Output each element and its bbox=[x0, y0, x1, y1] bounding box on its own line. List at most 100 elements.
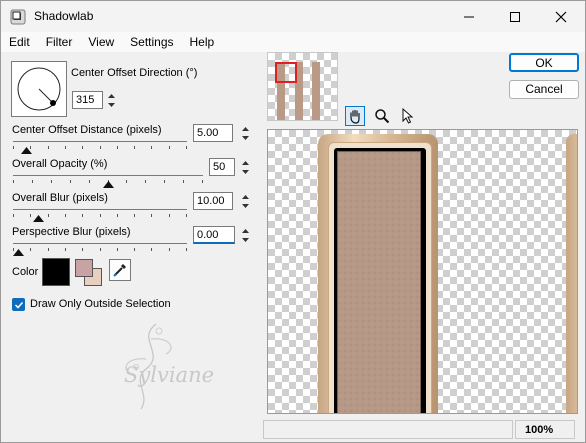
spin-up-icon[interactable] bbox=[105, 91, 118, 100]
slider-tick bbox=[82, 248, 83, 251]
slider-tick bbox=[202, 180, 203, 183]
slider-tick bbox=[117, 214, 118, 217]
pan-tool-button[interactable] bbox=[345, 106, 365, 126]
slider-tick bbox=[48, 146, 49, 149]
material-swatch[interactable] bbox=[75, 259, 103, 287]
draw-outside-checkbox[interactable] bbox=[12, 298, 25, 311]
foreground-color-swatch[interactable] bbox=[75, 259, 93, 277]
pointer-tool-button[interactable] bbox=[398, 106, 418, 126]
slider-thumb[interactable] bbox=[103, 177, 114, 188]
slider-tick bbox=[169, 214, 170, 217]
direction-dial[interactable] bbox=[11, 61, 67, 117]
distance-label: Center Offset Distance (pixels) bbox=[12, 124, 162, 136]
blur-slider[interactable] bbox=[13, 204, 187, 222]
spin-down-icon[interactable] bbox=[105, 100, 118, 109]
texture-noise bbox=[338, 152, 422, 413]
slider-tick bbox=[13, 180, 14, 183]
slider-tick bbox=[134, 214, 135, 217]
preview-canvas[interactable] bbox=[267, 129, 578, 414]
menu-help[interactable]: Help bbox=[182, 32, 223, 52]
menu-edit[interactable]: Edit bbox=[1, 32, 38, 52]
slider-tick bbox=[32, 180, 33, 183]
spin-up-icon[interactable] bbox=[239, 226, 252, 235]
slider-tick bbox=[169, 146, 170, 149]
menu-view[interactable]: View bbox=[80, 32, 122, 52]
distance-slider[interactable] bbox=[13, 136, 187, 154]
shadow-color-swatch[interactable] bbox=[42, 258, 70, 286]
spin-up-icon[interactable] bbox=[239, 124, 252, 133]
zoom-readout: 100% bbox=[515, 420, 575, 439]
slider-tick bbox=[89, 180, 90, 183]
minimize-button[interactable] bbox=[446, 1, 492, 32]
shadow-color-fill bbox=[43, 259, 69, 285]
slider-tick bbox=[48, 214, 49, 217]
frame-inner-fill bbox=[337, 151, 422, 413]
persp-slider[interactable] bbox=[13, 238, 187, 256]
slider-tick bbox=[100, 214, 101, 217]
slider-tick bbox=[51, 180, 52, 183]
slider-tick bbox=[117, 146, 118, 149]
maximize-button[interactable] bbox=[492, 1, 538, 32]
slider-thumb[interactable] bbox=[33, 211, 44, 222]
thumb-bar bbox=[312, 62, 320, 120]
spin-down-icon[interactable] bbox=[239, 201, 252, 210]
slider-tick bbox=[151, 146, 152, 149]
minimize-icon bbox=[464, 16, 474, 17]
slider-tick bbox=[65, 214, 66, 217]
persp-label: Perspective Blur (pixels) bbox=[12, 226, 131, 238]
blur-label: Overall Blur (pixels) bbox=[12, 192, 108, 204]
zoom-tool-button[interactable] bbox=[372, 106, 392, 126]
hand-icon bbox=[350, 109, 360, 124]
draw-outside-label: Draw Only Outside Selection bbox=[30, 298, 171, 310]
cancel-button[interactable]: Cancel bbox=[509, 80, 579, 99]
slider-tick bbox=[126, 180, 127, 183]
window-title: Shadowlab bbox=[34, 9, 94, 23]
shadowlab-window: Shadowlab Edit Filter View Settings Help… bbox=[0, 0, 586, 443]
distance-spinner[interactable] bbox=[239, 124, 252, 142]
spin-up-icon[interactable] bbox=[239, 158, 252, 167]
slider-tick bbox=[151, 248, 152, 251]
opacity-input[interactable]: 50 bbox=[209, 158, 235, 176]
slider-thumb[interactable] bbox=[21, 143, 32, 154]
navigator-thumbnail[interactable] bbox=[267, 52, 338, 121]
persp-input[interactable]: 0.00 bbox=[193, 226, 235, 244]
spin-down-icon[interactable] bbox=[239, 133, 252, 142]
close-button[interactable] bbox=[538, 1, 584, 32]
menu-settings[interactable]: Settings bbox=[122, 32, 181, 52]
slider-tick bbox=[100, 146, 101, 149]
slider-tick bbox=[151, 214, 152, 217]
view-rectangle[interactable] bbox=[275, 62, 297, 83]
slider-tick bbox=[100, 248, 101, 251]
slider-tick bbox=[186, 214, 187, 217]
opacity-slider[interactable] bbox=[13, 170, 203, 188]
direction-spinner[interactable] bbox=[105, 91, 118, 109]
slider-tick bbox=[145, 180, 146, 183]
slider-tick bbox=[48, 248, 49, 251]
opacity-spinner[interactable] bbox=[239, 158, 252, 176]
direction-input[interactable]: 315 bbox=[72, 91, 103, 109]
watermark-text: Sylviane bbox=[124, 363, 215, 387]
magnifier-icon bbox=[375, 109, 390, 124]
slider-tick bbox=[164, 180, 165, 183]
persp-spinner[interactable] bbox=[239, 226, 252, 244]
blur-spinner[interactable] bbox=[239, 192, 252, 210]
slider-tick bbox=[30, 248, 31, 251]
dial-icon bbox=[17, 67, 61, 111]
app-icon bbox=[10, 9, 26, 25]
slider-tick bbox=[183, 180, 184, 183]
direction-label: Center Offset Direction (°) bbox=[71, 67, 198, 79]
menu-filter[interactable]: Filter bbox=[38, 32, 81, 52]
arrow-pointer-icon bbox=[402, 108, 414, 124]
distance-input[interactable]: 5.00 bbox=[193, 124, 233, 142]
spin-up-icon[interactable] bbox=[239, 192, 252, 201]
slider-thumb[interactable] bbox=[13, 245, 24, 256]
spin-down-icon[interactable] bbox=[239, 235, 252, 244]
spin-down-icon[interactable] bbox=[239, 167, 252, 176]
slider-track bbox=[13, 209, 187, 210]
slider-tick bbox=[186, 146, 187, 149]
status-bar: 100% bbox=[1, 417, 585, 442]
slider-track bbox=[13, 243, 187, 244]
blur-input[interactable]: 10.00 bbox=[193, 192, 233, 210]
ok-button[interactable]: OK bbox=[509, 53, 579, 72]
eyedropper-button[interactable] bbox=[109, 259, 131, 281]
